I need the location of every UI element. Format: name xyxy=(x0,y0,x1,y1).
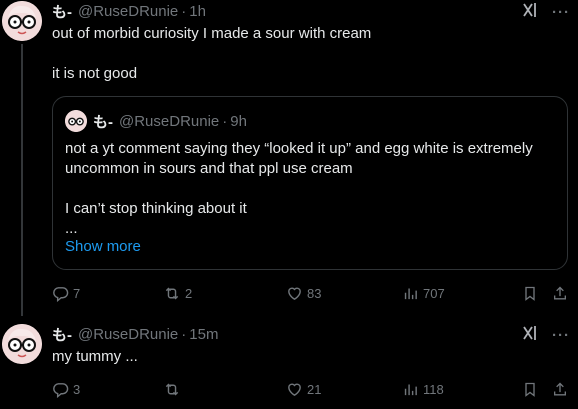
like-button[interactable]: 21 xyxy=(286,379,321,399)
reply-icon xyxy=(53,382,69,398)
thread-line xyxy=(21,44,23,316)
bookmark-button[interactable] xyxy=(522,283,538,303)
views-icon xyxy=(404,384,417,395)
bookmark-icon xyxy=(525,286,535,301)
separator: · xyxy=(181,2,187,20)
quote-separator: · xyxy=(222,112,228,130)
like-button[interactable]: 83 xyxy=(286,283,321,303)
repost-icon xyxy=(165,383,179,395)
author-handle[interactable]: @RuseDRunie xyxy=(78,326,178,343)
quote-author-handle: @RuseDRunie xyxy=(119,112,220,130)
more-icon[interactable]: ··· xyxy=(552,327,570,344)
author-name[interactable]: も- xyxy=(52,324,72,345)
post-top-icons: ··· xyxy=(522,325,570,345)
views-button[interactable]: 118 xyxy=(402,379,444,399)
post-time[interactable]: 1h xyxy=(189,3,206,20)
post-text: out of morbid curiosity I made a sour wi… xyxy=(52,25,372,82)
repost-button[interactable]: 2 xyxy=(163,283,192,303)
grok-icon[interactable] xyxy=(522,2,538,23)
post-header: も- @RuseDRunie · 15m xyxy=(52,324,218,344)
share-button[interactable] xyxy=(552,379,568,399)
views-button[interactable]: 707 xyxy=(402,283,445,303)
post-header: も- @RuseDRunie · 1h xyxy=(52,1,206,21)
repost-count: 2 xyxy=(185,285,193,301)
views-count: 118 xyxy=(423,381,444,397)
post[interactable]: も- @RuseDRunie · 15m ··· my tummy ... 3 … xyxy=(0,320,578,409)
reply-button[interactable]: 7 xyxy=(52,283,80,303)
reply-button[interactable]: 3 xyxy=(52,379,80,399)
bookmark-button[interactable] xyxy=(522,379,538,399)
quoted-post[interactable]: も- @RuseDRunie · 9h not a yt comment say… xyxy=(52,96,568,270)
like-count: 21 xyxy=(307,381,322,397)
quote-avatar xyxy=(65,110,87,132)
like-icon xyxy=(288,383,301,396)
post-actions: 7 2 83 707 xyxy=(52,283,568,303)
views-icon xyxy=(404,288,417,299)
show-more-link[interactable]: Show more xyxy=(65,238,141,255)
share-icon xyxy=(554,382,566,395)
quote-text: not a yt comment saying they “looked it … xyxy=(65,140,533,237)
author-name[interactable]: も- xyxy=(52,1,72,22)
share-icon xyxy=(554,286,566,299)
more-icon[interactable]: ··· xyxy=(552,4,570,21)
reply-count: 7 xyxy=(73,285,81,301)
like-count: 83 xyxy=(307,285,322,301)
quote-author-name: も- xyxy=(93,113,113,131)
repost-button[interactable] xyxy=(163,379,185,399)
views-count: 707 xyxy=(423,285,445,301)
separator: · xyxy=(181,325,187,343)
repost-icon xyxy=(165,287,179,299)
share-button[interactable] xyxy=(552,283,568,303)
grok-icon[interactable] xyxy=(522,325,538,346)
reply-icon xyxy=(53,286,69,302)
avatar[interactable] xyxy=(2,324,42,364)
post-text: my tummy ... xyxy=(52,348,138,365)
post-time[interactable]: 15m xyxy=(189,326,218,343)
author-handle[interactable]: @RuseDRunie xyxy=(78,3,178,20)
bookmark-icon xyxy=(525,382,535,397)
avatar[interactable] xyxy=(2,1,42,41)
post-actions: 3 21 118 xyxy=(52,379,568,399)
reply-count: 3 xyxy=(73,381,81,397)
quote-time: 9h xyxy=(230,112,247,130)
like-icon xyxy=(288,287,301,300)
quote-header: も- @RuseDRunie · 9h xyxy=(93,111,247,131)
post[interactable]: も- @RuseDRunie · 1h ··· out of morbid cu… xyxy=(0,0,578,320)
post-top-icons: ··· xyxy=(522,2,570,22)
